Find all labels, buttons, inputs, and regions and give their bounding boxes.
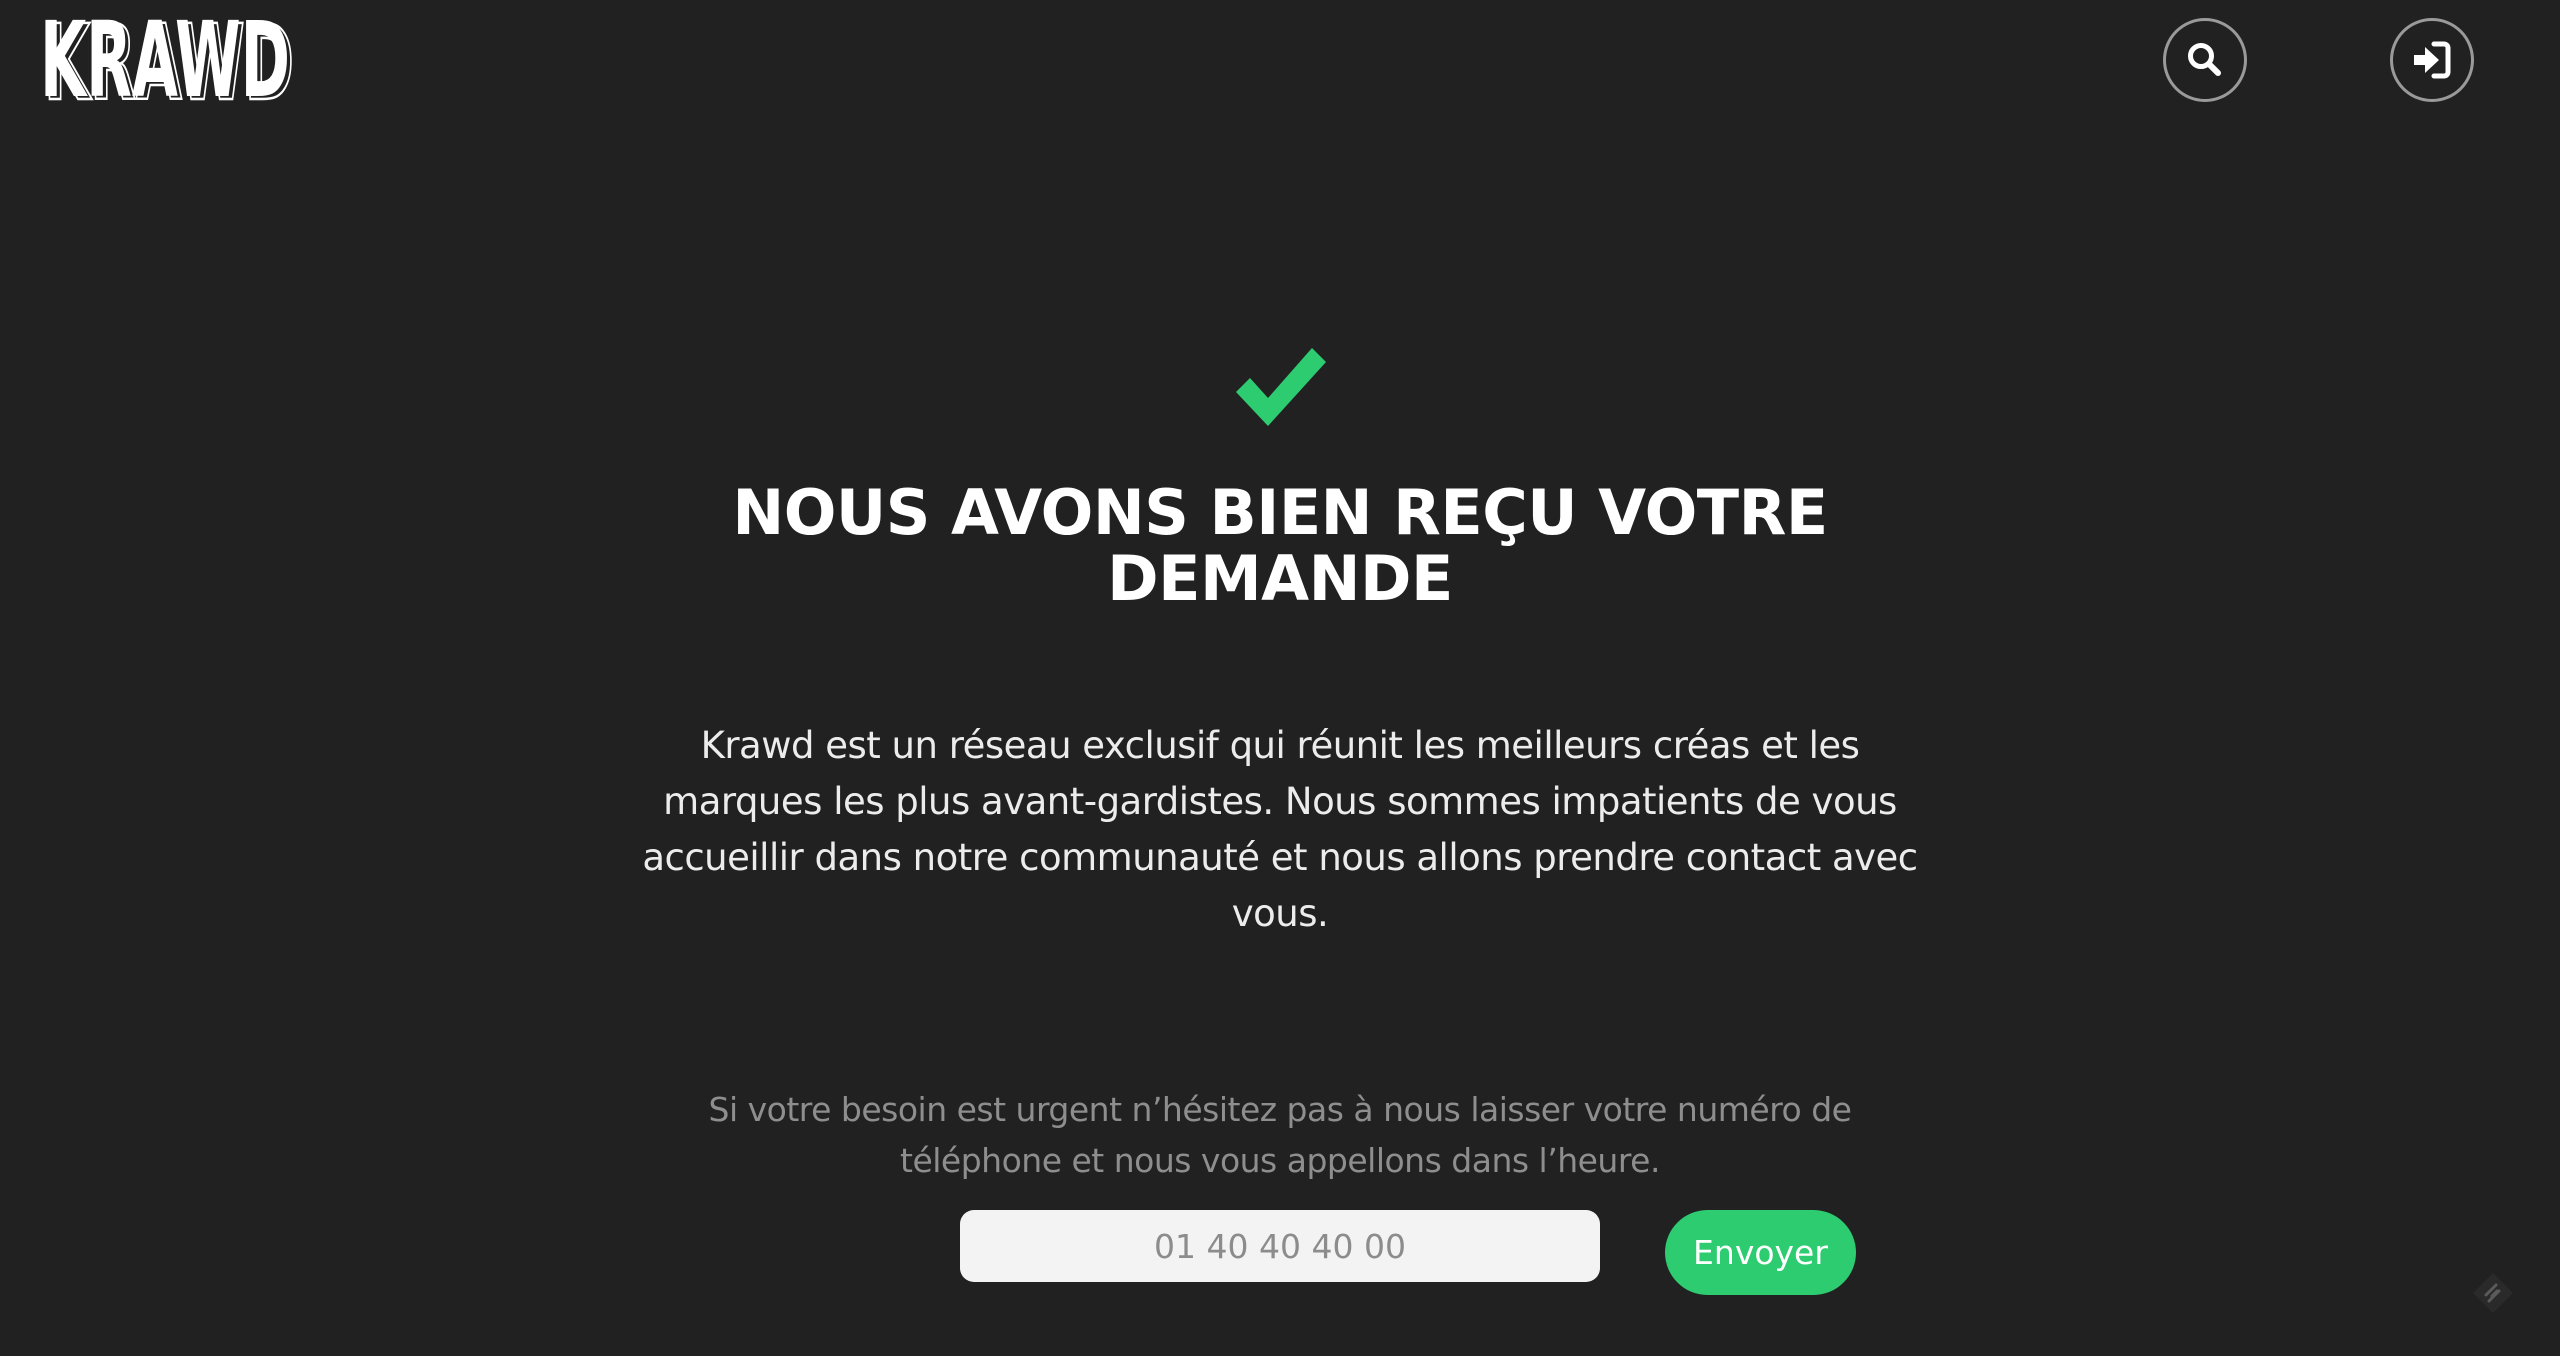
page: KRAWD KRAWD NOUS AVONS BIEN REÇU VOTRE D… — [0, 0, 2560, 1356]
sign-in-icon — [2414, 41, 2451, 79]
search-icon — [2188, 43, 2221, 76]
login-button[interactable] — [2390, 18, 2474, 102]
phone-number-input[interactable] — [960, 1210, 1600, 1282]
confirmation-title: NOUS AVONS BIEN REÇU VOTRE DEMANDE — [580, 480, 1980, 612]
send-button[interactable]: Envoyer — [1665, 1210, 1856, 1295]
feedback-widget-icon[interactable] — [2470, 1270, 2516, 1316]
logo-text: KRAWD — [40, 12, 290, 104]
title-line-2: DEMANDE — [1107, 542, 1453, 615]
checkmark-icon — [1236, 348, 1326, 426]
title-line-1: NOUS AVONS BIEN REÇU VOTRE — [732, 476, 1828, 549]
search-button[interactable] — [2163, 18, 2247, 102]
confirmation-description: Krawd est un réseau exclusif qui réunit … — [642, 724, 1918, 935]
urgent-callback-message: Si votre besoin est urgent n’hésitez pas… — [708, 1090, 1852, 1180]
krawd-logo[interactable]: KRAWD KRAWD — [40, 12, 300, 104]
